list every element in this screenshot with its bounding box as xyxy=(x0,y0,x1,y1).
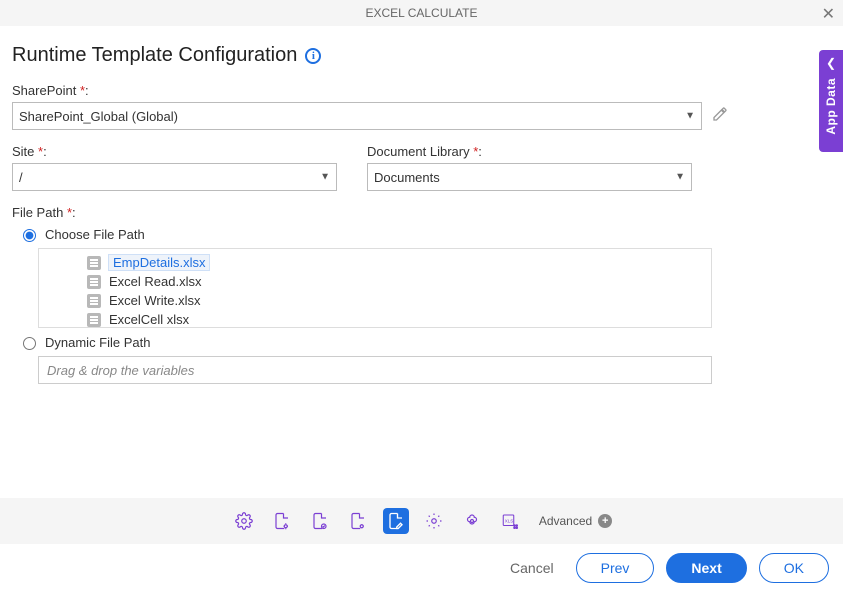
prev-button[interactable]: Prev xyxy=(576,553,655,583)
file-name: ExcelCell xlsx xyxy=(109,312,189,327)
sharepoint-label: SharePoint *: xyxy=(12,83,825,98)
sharepoint-value: SharePoint_Global (Global) xyxy=(19,109,178,124)
file-item[interactable]: Excel Read.xlsx xyxy=(39,272,711,291)
file-name: EmpDetails.xlsx xyxy=(109,255,209,270)
svg-text:XLS: XLS xyxy=(505,519,514,524)
file-item[interactable]: ExcelCell xlsx xyxy=(39,310,711,328)
gear-icon[interactable] xyxy=(231,508,257,534)
caret-down-icon: ▼ xyxy=(685,111,695,122)
file-icon xyxy=(87,275,101,289)
chevron-left-icon: ❮ xyxy=(826,56,836,70)
filepath-label-text: File Path xyxy=(12,205,63,220)
gear-outline-icon[interactable] xyxy=(421,508,447,534)
doclib-label: Document Library *: xyxy=(367,144,692,159)
filepath-label: File Path *: xyxy=(12,205,712,220)
flower-gear-icon[interactable] xyxy=(459,508,485,534)
doclib-field: Document Library *: Documents ▼ xyxy=(367,144,692,191)
dialog-body: Runtime Template Configuration i SharePo… xyxy=(0,26,843,498)
document-check-icon[interactable] xyxy=(307,508,333,534)
site-label: Site *: xyxy=(12,144,337,159)
document-edit-icon[interactable] xyxy=(383,508,409,534)
next-button[interactable]: Next xyxy=(666,553,746,583)
site-label-text: Site xyxy=(12,144,34,159)
advanced-toggle[interactable]: Advanced + xyxy=(539,514,612,528)
cancel-button[interactable]: Cancel xyxy=(500,553,564,583)
document-settings-icon[interactable] xyxy=(345,508,371,534)
choose-path-label: Choose File Path xyxy=(45,227,145,242)
caret-down-icon: ▼ xyxy=(320,172,330,183)
dropzone-placeholder: Drag & drop the variables xyxy=(47,363,194,378)
title-bar: EXCEL CALCULATE ✕ xyxy=(0,0,843,26)
site-select[interactable]: / ▼ xyxy=(12,163,337,191)
advanced-label: Advanced xyxy=(539,514,592,528)
sharepoint-select[interactable]: SharePoint_Global (Global) ▼ xyxy=(12,102,702,130)
file-list[interactable]: EmpDetails.xlsx Excel Read.xlsx Excel Wr… xyxy=(38,248,712,328)
variable-dropzone[interactable]: Drag & drop the variables xyxy=(38,356,712,384)
file-icon xyxy=(87,256,101,270)
dynamic-path-label: Dynamic File Path xyxy=(45,335,150,350)
plus-icon: + xyxy=(598,514,612,528)
file-item[interactable]: EmpDetails.xlsx xyxy=(39,253,711,272)
dialog-title: EXCEL CALCULATE xyxy=(365,6,477,20)
page-title: Runtime Template Configuration i xyxy=(12,44,825,67)
site-doclib-row: Site *: / ▼ Document Library *: Document… xyxy=(12,144,712,205)
choose-path-radio[interactable] xyxy=(23,229,36,242)
info-icon[interactable]: i xyxy=(305,48,321,64)
caret-down-icon: ▼ xyxy=(675,172,685,183)
bottom-toolbar: XLS Advanced + xyxy=(0,498,843,544)
xls-icon[interactable]: XLS xyxy=(497,508,523,534)
page-title-text: Runtime Template Configuration xyxy=(12,44,297,67)
file-name: Excel Read.xlsx xyxy=(109,274,201,289)
close-icon[interactable]: ✕ xyxy=(822,4,835,24)
app-data-tab[interactable]: ❮ App Data xyxy=(819,50,843,152)
choose-path-radio-row[interactable]: Choose File Path xyxy=(18,226,712,242)
doclib-select[interactable]: Documents ▼ xyxy=(367,163,692,191)
sharepoint-field: SharePoint *: SharePoint_Global (Global)… xyxy=(12,83,825,130)
edit-icon[interactable] xyxy=(712,106,728,126)
ok-button[interactable]: OK xyxy=(759,553,829,583)
app-data-label: App Data xyxy=(824,78,838,135)
dynamic-path-radio[interactable] xyxy=(23,337,36,350)
filepath-field: File Path *: Choose File Path EmpDetails… xyxy=(12,205,712,384)
site-value: / xyxy=(19,170,23,185)
doclib-label-text: Document Library xyxy=(367,144,470,159)
dialog-footer: Cancel Prev Next OK xyxy=(0,544,843,592)
doclib-value: Documents xyxy=(374,170,440,185)
file-icon xyxy=(87,313,101,327)
document-gear-icon[interactable] xyxy=(269,508,295,534)
dynamic-path-radio-row[interactable]: Dynamic File Path xyxy=(18,334,712,350)
site-field: Site *: / ▼ xyxy=(12,144,337,191)
file-item[interactable]: Excel Write.xlsx xyxy=(39,291,711,310)
file-name: Excel Write.xlsx xyxy=(109,293,201,308)
sharepoint-label-text: SharePoint xyxy=(12,83,76,98)
file-icon xyxy=(87,294,101,308)
dialog-window: EXCEL CALCULATE ✕ Runtime Template Confi… xyxy=(0,0,843,592)
